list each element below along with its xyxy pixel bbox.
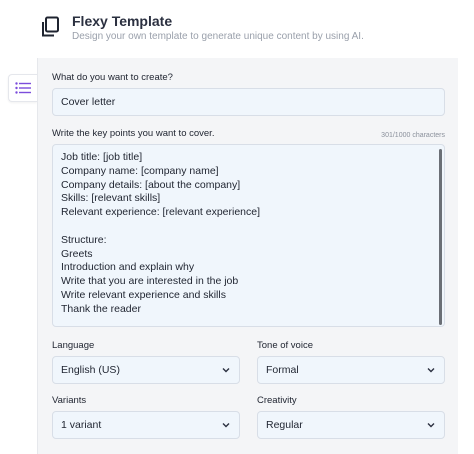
- page-subtitle: Design your own template to generate uni…: [72, 31, 364, 42]
- keypoints-textarea[interactable]: Job title: [job title] Company name: [com…: [52, 144, 445, 327]
- tone-select[interactable]: Formal: [257, 356, 445, 384]
- keypoints-line: Relevant experience: [relevant experienc…: [61, 206, 261, 219]
- language-select-value: English (US): [61, 364, 120, 376]
- create-input-value: Cover letter: [61, 96, 116, 108]
- variants-label: Variants: [52, 395, 87, 406]
- keypoints-line: Thank the reader: [61, 302, 141, 315]
- creativity-select-value: Regular: [266, 419, 303, 431]
- keypoints-line: Greets: [61, 247, 93, 260]
- side-menu-tab[interactable]: [8, 74, 37, 102]
- chevron-down-icon: [427, 368, 435, 373]
- page-title: Flexy Template: [72, 13, 173, 29]
- tone-label: Tone of voice: [257, 340, 313, 351]
- create-label: What do you want to create?: [52, 72, 173, 83]
- keypoints-label: Write the key points you want to cover.: [52, 128, 215, 139]
- chevron-down-icon: [222, 368, 230, 373]
- variants-select-value: 1 variant: [61, 419, 102, 431]
- language-select[interactable]: English (US): [52, 356, 240, 384]
- keypoints-line: [61, 220, 430, 234]
- textarea-scrollbar[interactable]: [439, 149, 442, 325]
- language-label: Language: [52, 340, 95, 351]
- list-icon: [15, 82, 31, 94]
- variants-select[interactable]: 1 variant: [52, 411, 240, 439]
- creativity-select[interactable]: Regular: [257, 411, 445, 439]
- tone-select-value: Formal: [266, 364, 299, 376]
- keypoints-line: Write that you are interested in the job: [61, 275, 239, 288]
- template-form-card: What do you want to create? Cover letter…: [37, 58, 458, 454]
- keypoints-line: Company details: [about the company]: [61, 178, 241, 191]
- character-counter: 301/1000 characters: [381, 132, 445, 139]
- keypoints-line: Structure:: [61, 233, 107, 246]
- keypoints-line: Introduction and explain why: [61, 261, 195, 274]
- keypoints-line: Skills: [relevant skills]: [61, 192, 161, 205]
- keypoints-line: Job title: [job title]: [61, 151, 143, 163]
- chevron-down-icon: [427, 423, 435, 428]
- keypoints-line: Company name: [company name]: [61, 164, 219, 177]
- create-input[interactable]: Cover letter: [52, 88, 445, 116]
- keypoints-line: Write relevant experience and skills: [61, 288, 226, 301]
- chevron-down-icon: [222, 423, 230, 428]
- copy-icon: [42, 16, 59, 37]
- creativity-label: Creativity: [257, 395, 297, 406]
